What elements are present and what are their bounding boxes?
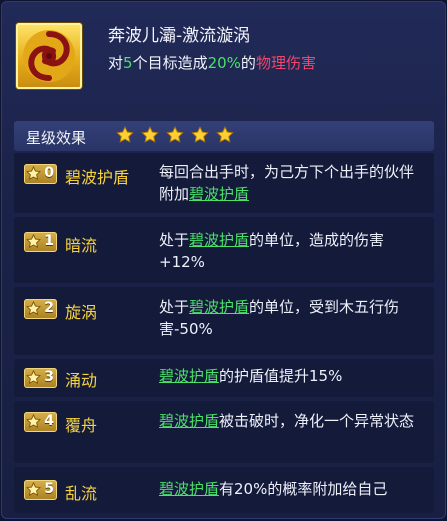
star-icon (116, 126, 134, 144)
skill-description: 对5个目标造成20%的物理伤害 (108, 54, 316, 72)
skill-title: 奔波儿灞-激流漩涡 (108, 26, 251, 46)
star-icon (26, 414, 41, 429)
star-icon (26, 482, 41, 497)
star-level-badge: 5 (24, 480, 57, 500)
shield-link[interactable]: 碧波护盾 (159, 480, 219, 498)
target-count: 5 (123, 54, 133, 72)
effect-name: 覆舟 (65, 416, 98, 435)
shield-link[interactable]: 碧波护盾 (189, 185, 249, 203)
effect-description: 处于碧波护盾的单位，受到木五行伤害-50% (159, 298, 400, 338)
skill-tooltip-panel: 奔波儿灞-激流漩涡 对5个目标造成20%的物理伤害 星级效果 0 碧波护盾 每回… (1, 1, 446, 519)
star-effect-row: 1 暗流 处于碧波护盾的单位，造成的伤害+12% (14, 217, 434, 283)
shield-link[interactable]: 碧波护盾 (159, 367, 219, 385)
skill-header: 奔波儿灞-激流漩涡 对5个目标造成20%的物理伤害 (1, 1, 446, 105)
effect-description: 碧波护盾的护盾值提升15% (159, 367, 343, 385)
effect-name: 暗流 (65, 236, 98, 255)
star-level-badge: 3 (24, 368, 57, 388)
shield-link[interactable]: 碧波护盾 (189, 231, 249, 249)
effect-description: 碧波护盾被击破时，净化一个异常状态 (159, 412, 415, 430)
star-icon (26, 166, 41, 181)
effect-name: 碧波护盾 (65, 168, 130, 187)
effect-description: 处于碧波护盾的单位，造成的伤害+12% (159, 231, 385, 271)
star-icon (216, 126, 235, 144)
star-effects-label: 星级效果 (26, 129, 87, 147)
star-icon (26, 370, 41, 385)
star-effect-row: 2 旋涡 处于碧波护盾的单位，受到木五行伤害-50% (14, 287, 434, 355)
effect-description: 碧波护盾有20%的概率附加给自己 (159, 480, 388, 498)
star-icon (26, 234, 41, 249)
star-icon (26, 301, 41, 316)
effect-name: 乱流 (65, 484, 98, 503)
star-level-badge: 4 (24, 412, 57, 432)
shield-link[interactable]: 碧波护盾 (189, 298, 249, 316)
star-icon (166, 126, 184, 144)
effect-description: 每回合出手时，为己方下个出手的伙伴附加碧波护盾 (159, 163, 415, 203)
star-effect-row: 4 覆舟 碧波护盾被击破时，净化一个异常状态 (14, 401, 434, 463)
star-level-badge: 1 (24, 232, 57, 252)
star-level-badge: 0 (24, 164, 57, 184)
shield-link[interactable]: 碧波护盾 (159, 412, 219, 430)
star-level-badge: 2 (24, 299, 57, 319)
star-icon (141, 126, 159, 144)
star-icon (191, 126, 210, 144)
star-effects-header: 星级效果 (14, 121, 434, 151)
damage-type: 物理伤害 (255, 54, 316, 72)
whirlpool-swirl-icon (16, 23, 82, 89)
damage-percent: 20% (207, 54, 241, 72)
star-rating (116, 126, 236, 146)
star-effect-row: 3 涌动 碧波护盾的护盾值提升15% (14, 359, 434, 397)
star-effect-row: 5 乱流 碧波护盾有20%的概率附加给自己 (14, 467, 434, 513)
effect-name: 涌动 (65, 371, 98, 390)
effect-name: 旋涡 (65, 303, 98, 322)
star-effect-row: 0 碧波护盾 每回合出手时，为己方下个出手的伙伴附加碧波护盾 (14, 153, 434, 213)
